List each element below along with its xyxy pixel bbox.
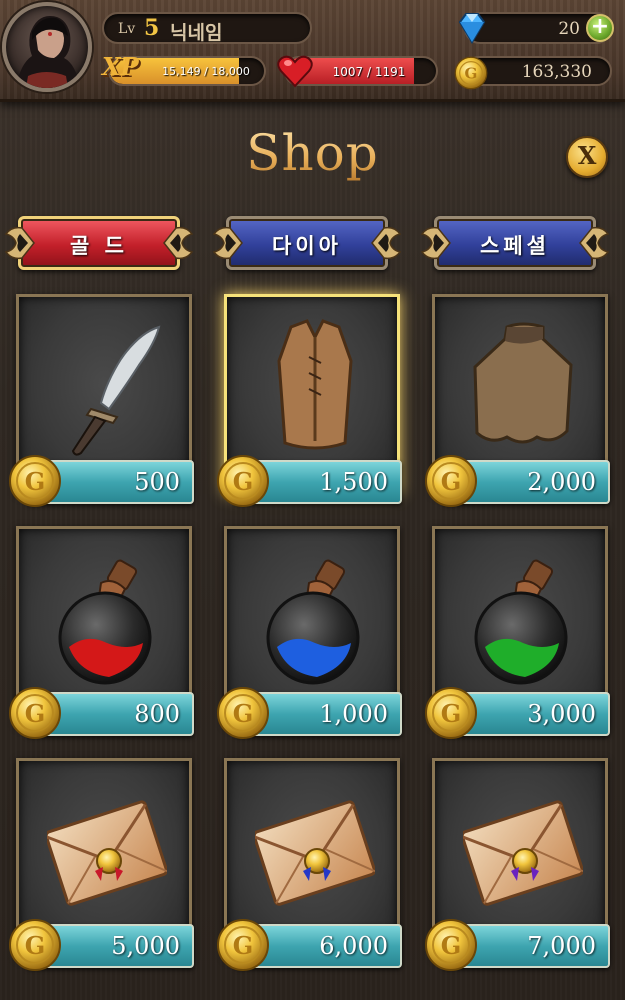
gold-coin-icon bbox=[216, 686, 270, 740]
tab-diamond-label: 다이아 bbox=[272, 234, 342, 258]
tab-gold[interactable]: 골 드 bbox=[4, 212, 194, 274]
xp-icon: XP bbox=[102, 52, 139, 81]
top-status-bar: Lv 5 닉네임 15,149 / 18,000 XP 1007 / 1191 … bbox=[0, 0, 625, 102]
gold-coin-icon bbox=[424, 686, 478, 740]
shop-item-letter-blue[interactable]: 6,000 bbox=[224, 758, 402, 978]
letter-purple-icon bbox=[463, 775, 583, 925]
tab-gold-label: 골 드 bbox=[70, 234, 128, 258]
item-price: 5,000 bbox=[111, 932, 180, 960]
shop-item-green-potion[interactable]: 3,000 bbox=[432, 526, 610, 746]
item-price: 2,000 bbox=[527, 468, 596, 496]
heart-icon bbox=[277, 55, 313, 88]
level-label: Lv bbox=[118, 21, 136, 37]
diamond-icon bbox=[458, 13, 486, 44]
shop-item-letter-red[interactable]: 5,000 bbox=[16, 758, 194, 978]
level-nickname-panel: Lv 5 닉네임 bbox=[102, 12, 312, 44]
dagger-icon bbox=[71, 325, 161, 456]
shop-item-red-potion[interactable]: 800 bbox=[16, 526, 194, 746]
red-potion-icon bbox=[47, 543, 167, 693]
gold-coin-icon bbox=[424, 454, 478, 508]
tab-diamond[interactable]: 다이아 bbox=[212, 212, 402, 274]
gold-coin-icon bbox=[8, 454, 62, 508]
blue-potion-icon bbox=[255, 543, 375, 693]
gold-coin-icon bbox=[8, 686, 62, 740]
tab-special-label: 스페셜 bbox=[480, 234, 550, 258]
item-price: 3,000 bbox=[527, 700, 596, 728]
leather-vest-icon bbox=[277, 319, 353, 450]
item-price: 7,000 bbox=[527, 932, 596, 960]
plus-icon: + bbox=[590, 14, 610, 39]
gold-coin-icon bbox=[216, 918, 270, 972]
item-price: 800 bbox=[134, 700, 180, 728]
close-icon: X bbox=[577, 141, 597, 170]
avatar[interactable] bbox=[2, 2, 92, 92]
gold-coin-icon bbox=[424, 918, 478, 972]
shop-item-blue-potion[interactable]: 1,000 bbox=[224, 526, 402, 746]
shop-item-dagger[interactable]: 500 bbox=[16, 294, 194, 514]
shop-item-letter-purple[interactable]: 7,000 bbox=[432, 758, 610, 978]
page-title: Shop bbox=[0, 124, 625, 182]
item-price: 500 bbox=[134, 468, 180, 496]
gold-coin-icon bbox=[454, 56, 488, 90]
xp-text: 15,149 / 18,000 bbox=[162, 65, 250, 78]
close-button[interactable]: X bbox=[566, 136, 608, 178]
letter-blue-icon bbox=[255, 775, 375, 925]
shop-item-leather-vest[interactable]: 1,500 bbox=[224, 294, 402, 514]
nickname: 닉네임 bbox=[170, 22, 223, 44]
green-potion-icon bbox=[463, 543, 583, 693]
add-gems-button[interactable]: + bbox=[586, 14, 614, 42]
gold-value: 163,330 bbox=[521, 62, 592, 82]
letter-red-icon bbox=[47, 775, 167, 925]
item-price: 1,500 bbox=[319, 468, 388, 496]
gold-coin-icon bbox=[216, 454, 270, 508]
avatar-portrait-icon bbox=[16, 16, 80, 88]
hp-text: 1007 / 1191 bbox=[332, 65, 406, 79]
item-price: 6,000 bbox=[319, 932, 388, 960]
item-price: 1,000 bbox=[319, 700, 388, 728]
tab-special[interactable]: 스페셜 bbox=[420, 212, 610, 274]
gem-value: 20 bbox=[558, 19, 580, 39]
level-value: 5 bbox=[144, 15, 160, 41]
shop-item-cloak[interactable]: 2,000 bbox=[432, 294, 610, 514]
gold-coin-icon bbox=[8, 918, 62, 972]
cloak-icon bbox=[473, 322, 573, 444]
